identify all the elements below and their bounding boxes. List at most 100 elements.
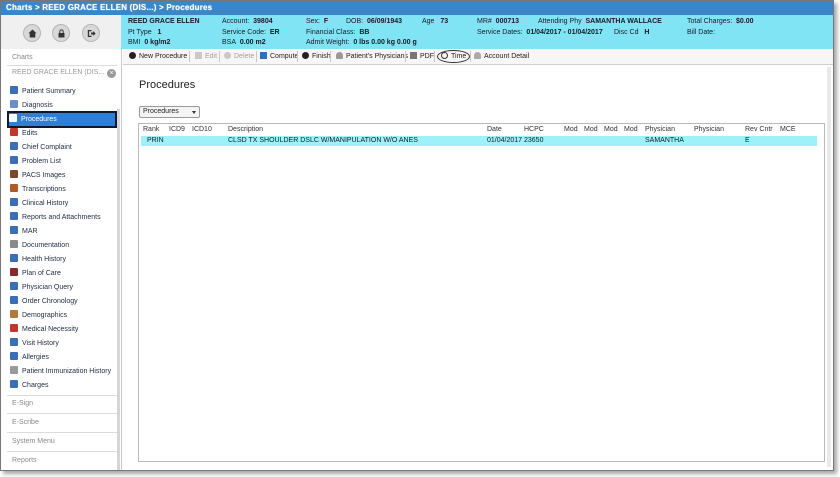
sidebar-item-mar[interactable]: MAR <box>10 225 116 238</box>
sidebar-item-plan-of-care[interactable]: Plan of Care <box>10 267 116 280</box>
sidebar-item-edits[interactable]: Edits <box>10 127 116 140</box>
column-header-rev-cntr[interactable]: Rev Cntr <box>745 126 773 133</box>
sidebar-item-label: Charges <box>22 382 49 389</box>
lock-button[interactable] <box>52 24 70 42</box>
separator <box>189 51 190 62</box>
sidebar-item-diagnosis[interactable]: Diagnosis <box>10 99 116 112</box>
sidebar-item-label: Chief Complaint <box>22 144 72 151</box>
escribe-section[interactable]: E-Scribe <box>12 419 39 426</box>
patient-name: REED GRACE ELLEN <box>128 18 200 25</box>
sidebar-item-clinical-history[interactable]: Clinical History <box>10 197 116 210</box>
logout-button[interactable] <box>82 24 100 42</box>
charts-section[interactable]: Charts <box>12 54 33 61</box>
page-title: Procedures <box>139 79 196 91</box>
order-chronology-icon <box>10 296 18 304</box>
column-header-mod-1[interactable]: Mod <box>564 126 578 133</box>
sidebar-scrollbar[interactable] <box>117 109 120 470</box>
compute-button[interactable]: Compute <box>260 49 298 64</box>
sidebar-item-patient-immunization-history[interactable]: Patient Immunization History <box>10 365 116 378</box>
sidebar-item-label: Patient Immunization History <box>22 368 112 375</box>
account-detail-button[interactable]: Account Detail <box>474 49 529 64</box>
sidebar-item-label: Order Chronology <box>22 298 78 305</box>
sidebar-item-label: Transcriptions <box>22 186 66 193</box>
procedures-icon <box>9 114 17 122</box>
age: Age 73 <box>422 18 449 25</box>
sidebar-item-reports-and-attachments[interactable]: Reports and Attachments <box>10 211 116 224</box>
pencil-icon <box>195 52 202 59</box>
charges-icon <box>10 380 18 388</box>
sidebar-item-documentation[interactable]: Documentation <box>10 239 116 252</box>
calculator-icon <box>260 52 267 59</box>
column-header-mod-2[interactable]: Mod <box>584 126 598 133</box>
sidebar-item-label: Health History <box>22 256 66 263</box>
sidebar-item-chief-complaint[interactable]: Chief Complaint <box>10 141 116 154</box>
edit-button[interactable]: Edit <box>195 49 217 64</box>
delete-button[interactable]: Delete <box>224 49 254 64</box>
sidebar-item-physician-query[interactable]: Physician Query <box>10 281 116 294</box>
sidebar-item-medical-necessity[interactable]: Medical Necessity <box>10 323 116 336</box>
sidebar-item-pacs-images[interactable]: PACS Images <box>10 169 116 182</box>
table-row[interactable]: PRIN CLSD TX SHOULDER DSLC W/MANIPULATIO… <box>141 136 817 146</box>
sidebar-item-label: MAR <box>22 228 38 235</box>
home-button[interactable] <box>23 24 41 42</box>
sidebar-item-order-chronology[interactable]: Order Chronology <box>10 295 116 308</box>
column-header-mce[interactable]: MCE <box>780 126 796 133</box>
bmi: BMI 0 kg/m2 <box>128 39 171 46</box>
patient-banner: REED GRACE ELLEN Pt Type 1 BMI 0 kg/m2 A… <box>121 15 833 49</box>
sidebar-item-label: Plan of Care <box>22 270 61 277</box>
sidebar-item-label: Reports and Attachments <box>22 214 101 221</box>
column-header-physician-1[interactable]: Physician <box>645 126 675 133</box>
printer-icon <box>410 52 417 59</box>
main-scrollbar[interactable] <box>827 67 831 467</box>
column-header-physician-2[interactable]: Physician <box>694 126 724 133</box>
sidebar-item-allergies[interactable]: Allergies <box>10 351 116 364</box>
sidebar-item-procedures[interactable]: Procedures <box>7 111 117 128</box>
separator <box>405 51 406 62</box>
account-detail-icon <box>474 52 481 59</box>
sidebar-item-health-history[interactable]: Health History <box>10 253 116 266</box>
system-menu-section[interactable]: System Menu <box>12 438 55 445</box>
demographics-icon <box>10 310 18 318</box>
cell-rank: PRIN <box>147 137 164 144</box>
sidebar-item-label: Diagnosis <box>22 102 53 109</box>
cell-hcpc: 23650 <box>524 137 544 144</box>
column-header-description[interactable]: Description <box>228 126 263 133</box>
procedure-filter-select[interactable]: Procedures <box>139 106 200 118</box>
finish-button[interactable]: Finish <box>302 49 331 64</box>
new-procedure-button[interactable]: New Procedure <box>129 49 187 64</box>
sidebar-item-label: Patient Summary <box>22 88 76 95</box>
pdf-button[interactable]: PDF <box>410 49 434 64</box>
sidebar-item-charges[interactable]: Charges <box>10 379 116 392</box>
sex: Sex: F <box>306 18 329 25</box>
reports-section[interactable]: Reports <box>12 457 37 464</box>
delete-icon <box>224 52 231 59</box>
sidebar-item-transcriptions[interactable]: Transcriptions <box>10 183 116 196</box>
close-patient-icon[interactable]: × <box>107 69 116 78</box>
cell-physician: SAMANTHA <box>645 137 684 144</box>
sidebar-item-problem-list[interactable]: Problem List <box>10 155 116 168</box>
diagnosis-icon <box>10 100 18 108</box>
patients-physicians-button[interactable]: Patient's Physicians <box>336 49 408 64</box>
immunization-icon <box>10 366 18 374</box>
column-header-hcpc[interactable]: HCPC <box>524 126 544 133</box>
mr-number: MR# 000713 <box>477 18 520 25</box>
sidebar-item-visit-history[interactable]: Visit History <box>10 337 116 350</box>
patient-summary-icon <box>10 86 18 94</box>
column-header-rank[interactable]: Rank <box>143 126 159 133</box>
cell-date: 01/04/2017 <box>487 137 523 144</box>
sidebar-item-label: Problem List <box>22 158 61 165</box>
separator <box>470 51 471 62</box>
column-header-icd9[interactable]: ICD9 <box>169 126 185 133</box>
divider <box>7 432 117 433</box>
sidebar-item-demographics[interactable]: Demographics <box>10 309 116 322</box>
esign-section[interactable]: E-Sign <box>12 400 33 407</box>
column-header-mod-4[interactable]: Mod <box>624 126 638 133</box>
column-header-mod-3[interactable]: Mod <box>604 126 618 133</box>
sidebar-patient[interactable]: REED GRACE ELLEN (DIS... <box>12 69 108 76</box>
sidebar-item-patient-summary[interactable]: Patient Summary <box>10 85 116 98</box>
column-header-date[interactable]: Date <box>487 126 502 133</box>
service-dates: Service Dates: 01/04/2017 - 01/04/2017 <box>477 29 603 36</box>
pt-type: Pt Type 1 <box>128 29 162 36</box>
app-window: Charts > REED GRACE ELLEN (DIS...) > Pro… <box>0 0 834 471</box>
column-header-icd10[interactable]: ICD10 <box>192 126 212 133</box>
